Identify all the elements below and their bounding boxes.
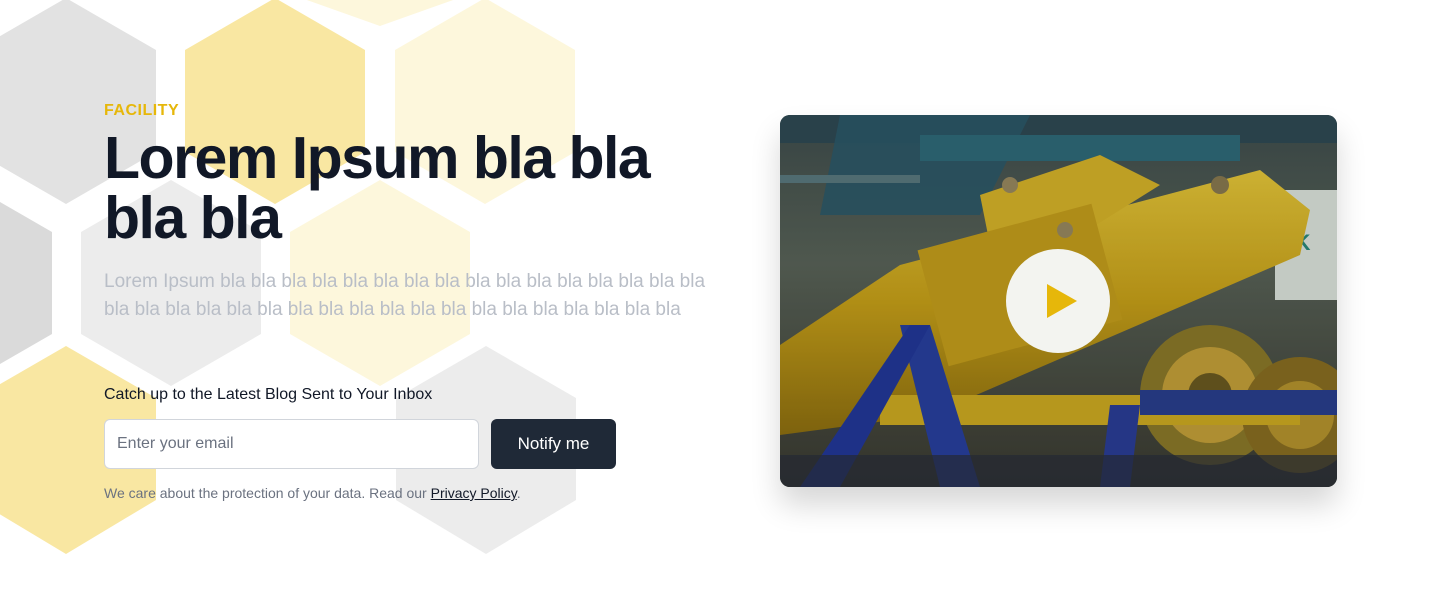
video-player[interactable]: SK: [780, 115, 1337, 487]
page-title: Lorem Ipsum bla bla bla bla: [104, 128, 744, 248]
privacy-suffix: .: [516, 485, 521, 501]
title-line-1: Lorem Ipsum bla bla: [104, 125, 651, 191]
hero-subtitle: Lorem Ipsum bla bla bla bla bla bla bla …: [104, 271, 706, 320]
privacy-text: We care about the protection of your dat…: [104, 485, 427, 501]
signup-form: Notify me: [104, 419, 664, 469]
newsletter-signup: Catch up to the Latest Blog Sent to Your…: [104, 384, 664, 503]
section-eyebrow: FACILITY: [104, 102, 180, 119]
play-icon: [1047, 284, 1077, 318]
signup-label: Catch up to the Latest Blog Sent to Your…: [104, 386, 433, 403]
hero-section: FACILITY Lorem Ipsum bla bla bla bla Lor…: [104, 100, 744, 324]
privacy-note: We care about the protection of your dat…: [104, 483, 664, 503]
hexagon-shape: [306, 0, 454, 26]
notify-me-button[interactable]: Notify me: [491, 419, 616, 469]
play-button[interactable]: [1006, 249, 1110, 353]
title-line-2: bla bla: [104, 185, 282, 251]
hexagon-shape: [0, 201, 52, 365]
privacy-policy-link[interactable]: Privacy Policy: [431, 485, 517, 501]
email-input[interactable]: [104, 419, 479, 469]
